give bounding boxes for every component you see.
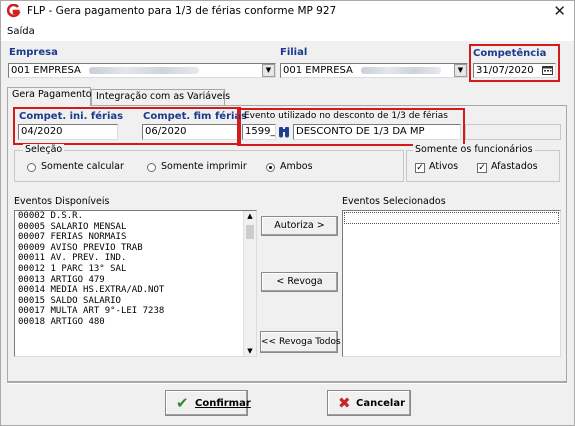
empresa-redacted	[88, 66, 199, 74]
competencia-value: 31/07/2020	[476, 65, 534, 76]
close-icon[interactable]: ✕	[553, 2, 566, 20]
list-item[interactable]: 00018 ARTIGO 480	[15, 317, 256, 328]
selecao-title: Seleção	[23, 144, 65, 155]
tab-integracao-variaveis[interactable]: Integração com as Variáveis	[91, 89, 230, 105]
list-item[interactable]: 00002 D.S.R.	[15, 211, 256, 222]
empresa-value: 001 EMPRESA	[11, 65, 81, 76]
list-item[interactable]: 00014 MEDIA HS.EXTRA/AD.NOT	[15, 285, 256, 296]
filial-value: 001 EMPRESA	[283, 65, 353, 76]
confirmar-button[interactable]: ✔ Confirmar	[165, 390, 251, 416]
flp-logo-icon	[7, 4, 21, 18]
tab-gera-pagamento[interactable]: Gera Pagamento	[7, 87, 92, 106]
empresa-select[interactable]: 001 EMPRESA	[8, 63, 276, 78]
confirmar-label: Confirmar	[195, 398, 251, 409]
scroll-up-icon[interactable]: ▲	[244, 212, 256, 220]
eventos-selecionados-list[interactable]	[342, 210, 561, 357]
cancelar-label: Cancelar	[356, 398, 406, 409]
menu-bar: Saída	[1, 23, 574, 41]
empresa-label: Empresa	[9, 47, 58, 58]
scroll-thumb[interactable]	[246, 225, 254, 239]
binoculars-icon[interactable]	[278, 125, 290, 138]
compet-ini-field[interactable]: 04/2020	[18, 124, 118, 140]
title-bar: FLP - Gera pagamento para 1/3 de férias …	[1, 1, 574, 23]
app-window: FLP - Gera pagamento para 1/3 de férias …	[0, 0, 575, 426]
list-item[interactable]: 00011 AV. PREV. IND.	[15, 253, 256, 264]
menu-item-saida[interactable]: Saída	[7, 26, 35, 37]
eventos-disponiveis-list[interactable]: 00002 D.S.R. 00005 SALARIO MENSAL 00007 …	[14, 210, 257, 357]
list-item[interactable]: 00009 AVISO PREVIO TRAB	[15, 243, 256, 254]
afastados-label: Afastados	[491, 161, 538, 172]
funcionarios-group: Somente os funcionários ✓ Ativos ✓ Afast…	[406, 144, 560, 182]
ativos-label: Ativos	[429, 161, 459, 172]
revoga-button[interactable]: < Revoga	[261, 272, 338, 292]
funcionarios-title: Somente os funcionários	[413, 144, 535, 155]
tab-panel: Compet. ini. férias 04/2020 Compet. fim …	[7, 105, 567, 382]
radio-somente-imprimir[interactable]	[147, 163, 156, 172]
compet-fim-label: Compet. fim férias	[143, 111, 248, 122]
cancelar-button[interactable]: ✖ Cancelar	[327, 390, 411, 416]
selecao-group: Seleção Somente calcular Somente imprimi…	[14, 144, 404, 182]
afastados-checkbox[interactable]: ✓	[477, 163, 487, 173]
scroll-down-icon[interactable]: ▼	[244, 347, 256, 355]
radio-somente-calcular[interactable]	[27, 163, 36, 172]
filial-redacted	[360, 66, 441, 74]
empresa-dropdown-icon[interactable]: ▼	[262, 64, 275, 77]
list-item[interactable]: 00012 1 PARC 13° SAL	[15, 264, 256, 275]
list-item[interactable]: 00015 SALDO SALARIO	[15, 296, 256, 307]
revoga-todos-button[interactable]: << Revoga Todos	[260, 331, 341, 353]
radio-ambos[interactable]	[266, 163, 275, 172]
ativos-checkbox[interactable]: ✓	[415, 163, 425, 173]
eventos-disponiveis-label: Eventos Disponíveis	[14, 196, 110, 207]
focus-rect	[344, 212, 559, 224]
evento-code-field[interactable]: 1599_	[242, 124, 276, 140]
check-icon: ✔	[176, 394, 189, 412]
radio-somente-calcular-label: Somente calcular	[41, 161, 124, 172]
filial-dropdown-icon[interactable]: ▼	[454, 64, 467, 77]
compet-fim-field[interactable]: 06/2020	[142, 124, 238, 140]
eventos-selecionados-label: Eventos Selecionados	[342, 196, 446, 207]
evento-extra-field	[465, 124, 561, 140]
radio-ambos-label: Ambos	[280, 161, 313, 172]
window-title: FLP - Gera pagamento para 1/3 de férias …	[27, 5, 337, 17]
list-item[interactable]: 00013 ARTIGO 479	[15, 275, 256, 286]
autoriza-button[interactable]: Autoriza >	[261, 216, 338, 236]
list-item[interactable]: 00017 MULTA ART 9°-LEI 7238	[15, 306, 256, 317]
filial-select[interactable]: 001 EMPRESA	[280, 63, 468, 78]
radio-somente-imprimir-label: Somente imprimir	[161, 161, 247, 172]
evento-description-field: DESCONTO DE 1/3 DA MP	[293, 124, 461, 140]
list-scrollbar[interactable]: ▲ ▼	[243, 211, 256, 356]
filial-label: Filial	[280, 47, 308, 58]
cancel-x-icon: ✖	[338, 394, 351, 412]
list-item[interactable]: 00005 SALARIO MENSAL	[15, 222, 256, 233]
bottom-separator	[7, 382, 567, 384]
calendar-icon[interactable]	[542, 66, 553, 75]
compet-ini-label: Compet. ini. férias	[19, 111, 124, 122]
list-item[interactable]: 00007 FERIAS NORMAIS	[15, 232, 256, 243]
competencia-label: Competência	[473, 48, 547, 59]
